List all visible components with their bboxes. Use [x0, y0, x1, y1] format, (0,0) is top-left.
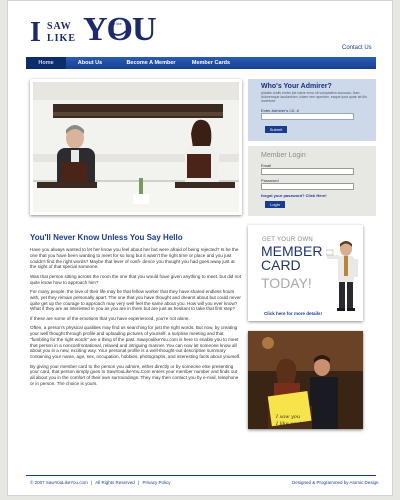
paragraph: If these are some of the emotions that y… [30, 315, 190, 321]
admirer-lookup-panel: Who's Your Admirer? pictalis ondis emtrs… [248, 79, 376, 141]
footer-credit[interactable]: Designed & Programmed by Atomic Design [292, 480, 379, 485]
footer-divider [26, 475, 376, 476]
contact-us-link[interactable]: Contact Us [342, 45, 372, 51]
logo-i: I [30, 17, 41, 48]
promo-details-link[interactable]: Click here for more details! [264, 311, 322, 316]
page-headline: You'll Never Know Unless You Say Hello [30, 233, 183, 242]
paragraph: For many people, the love of their life … [30, 288, 241, 312]
sticky-note-line-2: I like you! [276, 421, 302, 427]
login-button[interactable]: Login [265, 201, 285, 208]
site-logo[interactable]: I SAW LIKE YOU we like [30, 13, 157, 49]
member-card-promo[interactable]: GET YOUR OWN MEMBER CARD TODAY! Click he… [248, 225, 363, 321]
privacy-policy-link[interactable]: Privacy Policy [142, 480, 170, 485]
paragraph: Have you always wanted to let her know y… [30, 247, 239, 270]
password-input[interactable] [261, 183, 354, 190]
footer-separator: | [91, 480, 93, 485]
logo-like: LIKE [47, 33, 77, 44]
admirer-description: pictalis ondis emtrs ide nalve error sit… [261, 91, 367, 103]
couple-photo [248, 331, 363, 429]
body-text: Have you always wanted to let her know y… [30, 247, 242, 390]
logo-saw: SAW [47, 21, 72, 32]
sticky-note-line-1: I saw you [276, 414, 301, 420]
footer-rights: All Rights Reserved [95, 480, 135, 485]
footer-separator: | [138, 480, 140, 485]
forgot-password-link[interactable]: forgot your password? Click Here! [261, 193, 327, 198]
main-nav: Home About Us Become A Member Member Car… [26, 57, 376, 69]
promo-card: CARD [261, 257, 301, 273]
hero-photo [30, 79, 242, 215]
logo-tagline: we like [111, 22, 122, 26]
restaurant-couple-image [33, 82, 239, 212]
nav-member-cards[interactable]: Member Cards [186, 57, 236, 69]
admirer-id-input[interactable] [261, 113, 354, 120]
paragraph: Was that person sitting across the room … [30, 273, 242, 285]
paragraph: Often, a person's physical qualities may… [30, 325, 241, 360]
nav-about-us[interactable]: About Us [70, 57, 110, 69]
admirer-title: Who's Your Admirer? [261, 83, 332, 90]
paragraph: By giving your member card to the person… [30, 363, 239, 386]
nav-home[interactable]: Home [26, 57, 66, 69]
couple-with-note-image [248, 331, 363, 429]
footer-links: © 2007 SawYouLikeYou.com | All Rights Re… [30, 480, 172, 485]
nav-become-member[interactable]: Become A Member [116, 57, 186, 69]
email-input[interactable] [261, 168, 354, 175]
member-login-panel: Member Login Email Password forgot your … [248, 146, 376, 216]
promo-today: TODAY! [261, 275, 312, 291]
page: I SAW LIKE YOU we like Contact Us Home A… [7, 0, 393, 496]
footer-copyright: © 2007 SawYouLikeYou.com [30, 480, 88, 485]
admirer-submit-button[interactable]: Submit [265, 126, 287, 133]
login-title: Member Login [261, 152, 306, 159]
promo-member: MEMBER [261, 243, 323, 259]
man-holding-card-image [326, 241, 358, 311]
